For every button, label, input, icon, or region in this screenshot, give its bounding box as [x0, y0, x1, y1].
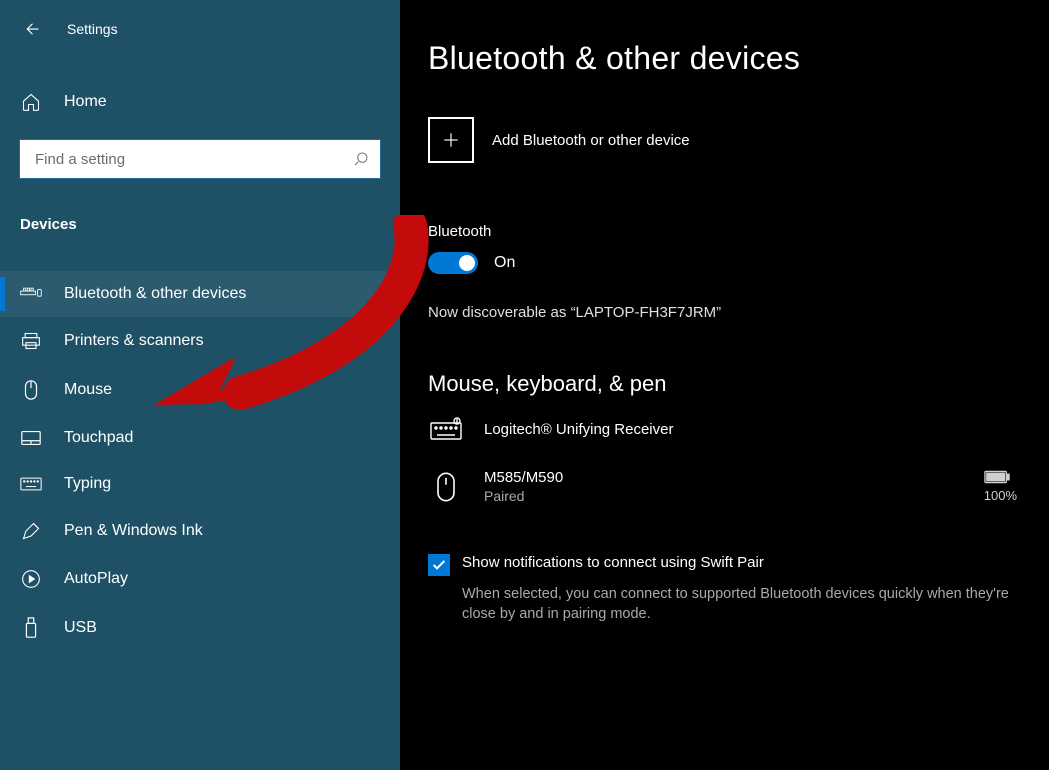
sidebar-item-pen[interactable]: Pen & Windows Ink — [0, 507, 400, 555]
device-row[interactable]: M585/M590 Paired 100% — [428, 469, 1025, 504]
search-input[interactable] — [35, 151, 353, 168]
sidebar-item-label: Typing — [64, 475, 111, 493]
plus-icon — [428, 117, 474, 163]
device-status: Paired — [484, 488, 563, 504]
page-title: Bluetooth & other devices — [428, 40, 1025, 77]
device-row[interactable]: Logitech® Unifying Receiver — [428, 417, 1025, 441]
printer-icon — [20, 331, 42, 351]
swift-pair-checkbox[interactable] — [428, 554, 450, 576]
add-device-button[interactable]: Add Bluetooth or other device — [428, 117, 1025, 163]
section-heading: Mouse, keyboard, & pen — [428, 371, 1025, 397]
sidebar-item-label: Pen & Windows Ink — [64, 522, 203, 540]
sidebar-item-autoplay[interactable]: AutoPlay — [0, 555, 400, 603]
sidebar-item-bluetooth[interactable]: Bluetooth & other devices — [0, 271, 400, 317]
battery-icon — [984, 470, 1017, 484]
sidebar-item-label: Mouse — [64, 381, 112, 399]
sidebar-nav: Bluetooth & other devices Printers & sca… — [0, 271, 400, 653]
sidebar: Settings Home Devices — [0, 0, 400, 770]
home-icon — [20, 92, 42, 112]
sidebar-item-label: Bluetooth & other devices — [64, 285, 246, 303]
sidebar-item-home[interactable]: Home — [0, 82, 400, 122]
mouse-icon — [428, 471, 464, 503]
keyboard-icon — [20, 476, 42, 492]
device-name: M585/M590 — [484, 469, 563, 486]
sidebar-item-touchpad[interactable]: Touchpad — [0, 415, 400, 461]
discoverable-text: Now discoverable as “LAPTOP-FH3F7JRM” — [428, 304, 1025, 321]
pen-icon — [20, 521, 42, 541]
swift-pair-desc: When selected, you can connect to suppor… — [462, 585, 1022, 624]
sidebar-item-mouse[interactable]: Mouse — [0, 365, 400, 415]
keyboard-icon — [428, 417, 464, 441]
battery-percent: 100% — [984, 488, 1017, 503]
sidebar-item-printers[interactable]: Printers & scanners — [0, 317, 400, 365]
search-icon — [353, 151, 369, 167]
device-name: Logitech® Unifying Receiver — [484, 421, 673, 438]
sidebar-item-label: USB — [64, 619, 97, 637]
sidebar-section-label: Devices — [0, 216, 400, 241]
device-icon — [20, 285, 42, 303]
sidebar-item-usb[interactable]: USB — [0, 603, 400, 653]
sidebar-item-label: AutoPlay — [64, 570, 128, 588]
add-device-label: Add Bluetooth or other device — [492, 132, 690, 149]
mouse-icon — [20, 379, 42, 401]
app-title: Settings — [67, 21, 118, 37]
bluetooth-toggle[interactable] — [428, 252, 478, 274]
swift-pair-label: Show notifications to connect using Swif… — [462, 554, 1022, 571]
back-arrow-icon[interactable] — [20, 18, 42, 40]
touchpad-icon — [20, 429, 42, 447]
usb-icon — [20, 617, 42, 639]
sidebar-item-label: Printers & scanners — [64, 332, 204, 350]
home-label: Home — [64, 93, 107, 111]
device-battery: 100% — [984, 470, 1017, 503]
sidebar-item-label: Touchpad — [64, 429, 133, 447]
autoplay-icon — [20, 569, 42, 589]
content-area: Bluetooth & other devices Add Bluetooth … — [400, 0, 1049, 770]
bluetooth-label: Bluetooth — [428, 223, 1025, 240]
search-input-wrap[interactable] — [20, 140, 380, 178]
sidebar-item-typing[interactable]: Typing — [0, 461, 400, 507]
toggle-state-label: On — [494, 254, 515, 272]
